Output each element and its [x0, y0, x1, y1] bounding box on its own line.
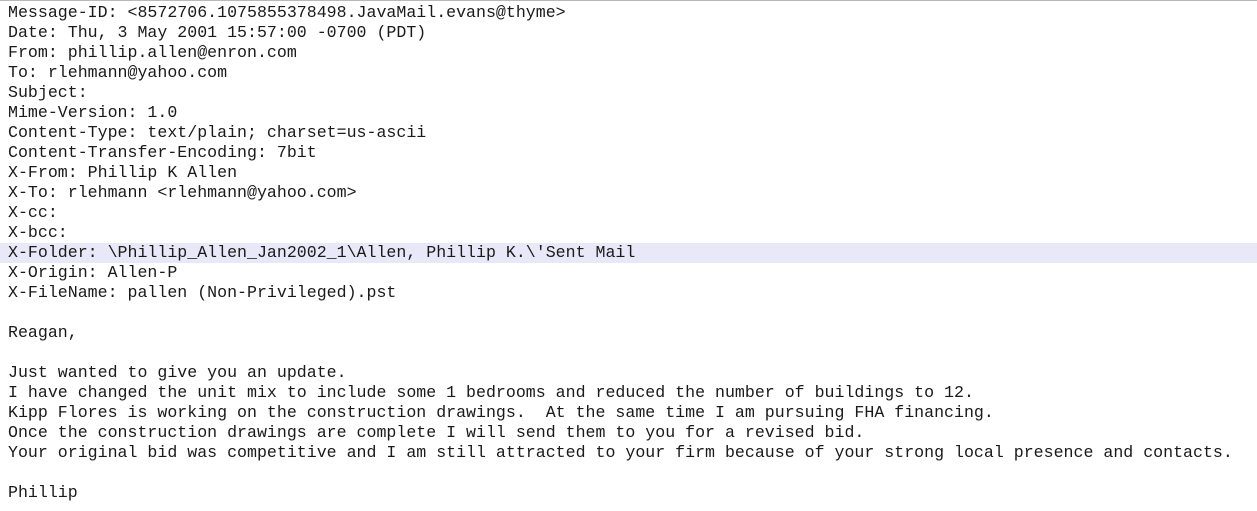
editor-line[interactable]: X-Origin: Allen-P: [0, 263, 1257, 283]
editor-line[interactable]: Date: Thu, 3 May 2001 15:57:00 -0700 (PD…: [0, 23, 1257, 43]
editor-line[interactable]: X-cc:: [0, 203, 1257, 223]
editor-line[interactable]: From: phillip.allen@enron.com: [0, 43, 1257, 63]
editor-line[interactable]: I have changed the unit mix to include s…: [0, 383, 1257, 403]
text-editor[interactable]: Message-ID: <8572706.1075855378498.JavaM…: [0, 3, 1257, 503]
editor-line[interactable]: Content-Transfer-Encoding: 7bit: [0, 143, 1257, 163]
editor-line[interactable]: X-From: Phillip K Allen: [0, 163, 1257, 183]
editor-line[interactable]: Mime-Version: 1.0: [0, 103, 1257, 123]
editor-line[interactable]: X-bcc:: [0, 223, 1257, 243]
editor-line[interactable]: Kipp Flores is working on the constructi…: [0, 403, 1257, 423]
editor-line[interactable]: Content-Type: text/plain; charset=us-asc…: [0, 123, 1257, 143]
editor-line[interactable]: X-To: rlehmann <rlehmann@yahoo.com>: [0, 183, 1257, 203]
editor-line[interactable]: Reagan,: [0, 323, 1257, 343]
editor-line[interactable]: [0, 343, 1257, 363]
editor-line[interactable]: Your original bid was competitive and I …: [0, 443, 1257, 463]
editor-line[interactable]: [0, 463, 1257, 483]
current-line-highlight[interactable]: X-Folder: \Phillip_Allen_Jan2002_1\Allen…: [0, 243, 1257, 263]
editor-line[interactable]: Phillip: [0, 483, 1257, 503]
editor-line[interactable]: Once the construction drawings are compl…: [0, 423, 1257, 443]
editor-line[interactable]: [0, 303, 1257, 323]
editor-line[interactable]: X-FileName: pallen (Non-Privileged).pst: [0, 283, 1257, 303]
editor-line[interactable]: Just wanted to give you an update.: [0, 363, 1257, 383]
editor-line[interactable]: Message-ID: <8572706.1075855378498.JavaM…: [0, 3, 1257, 23]
editor-line[interactable]: To: rlehmann@yahoo.com: [0, 63, 1257, 83]
editor-line[interactable]: Subject:: [0, 83, 1257, 103]
